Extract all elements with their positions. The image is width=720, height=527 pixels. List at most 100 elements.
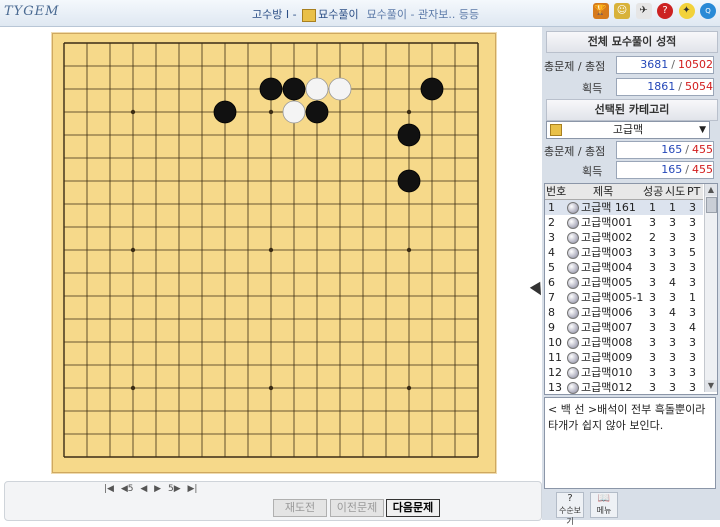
row-tries: 1 [669,201,676,214]
list-item[interactable]: 4 고급맥003 3 3 5 [545,245,703,260]
category-header: 선택된 카테고리 [546,99,718,121]
help-icon[interactable]: ? [657,3,673,19]
list-item[interactable]: 13 고급맥012 3 3 3 [545,380,703,394]
overall-earned-label: 획득 [582,82,603,95]
bulb-icon[interactable]: ✦ [678,3,695,19]
review-moves-button[interactable]: ? 수순보기 [556,492,584,526]
black-stone [305,100,329,124]
list-item[interactable]: 11 고급맥009 3 3 3 [545,350,703,365]
star-point [130,385,136,391]
move-navigation: |◀ ◀5 ◀ ▶ 5▶ ▶| [104,484,197,494]
row-pt: 5 [689,246,696,259]
row-tries: 3 [669,336,676,349]
row-tries: 3 [669,366,676,379]
quiz-icon[interactable]: Q [700,3,716,19]
row-pt: 3 [689,366,696,379]
list-item[interactable]: 1 고급맥 161 1 1 3 [545,200,703,215]
row-title: 고급맥 161 [567,200,636,215]
row-tries: 3 [669,246,676,259]
bird-icon[interactable]: ✈ [635,3,652,19]
person-icon[interactable]: ☺ [614,3,630,19]
column-success[interactable]: 성공 [643,184,663,199]
row-success: 3 [649,306,656,319]
list-item[interactable]: 5 고급맥004 3 3 3 [545,260,703,275]
row-title: 고급맥007 [567,320,632,335]
row-number: 6 [548,276,555,289]
row-number: 12 [548,366,562,379]
row-number: 2 [548,216,555,229]
last-move-button[interactable]: ▶| [188,484,198,494]
mode-title: 묘수풀이 [318,8,359,21]
row-number: 1 [548,201,555,214]
problem-item-icon [567,232,579,244]
column-title[interactable]: 제목 [593,184,613,199]
next-move-button[interactable]: ▶ [154,484,161,494]
list-item[interactable]: 7 고급맥005-1 3 3 1 [545,290,703,305]
white-stone [328,77,352,101]
row-pt: 3 [689,231,696,244]
problem-item-icon [567,352,579,364]
chevron-down-icon[interactable]: ▼ [699,122,706,138]
row-tries: 3 [669,231,676,244]
row-success: 3 [649,261,656,274]
row-number: 3 [548,231,555,244]
problem-item-icon [567,337,579,349]
list-item[interactable]: 6 고급맥005 3 4 3 [545,275,703,290]
problem-item-icon [567,292,579,304]
star-point [130,247,136,253]
menu-button[interactable]: 📖 메뉴 [590,492,618,518]
prev-problem-button[interactable]: 이전문제 [330,499,384,517]
problem-item-icon [567,202,579,214]
first-move-button[interactable]: |◀ [104,484,114,494]
row-title: 고급맥003 [567,245,632,260]
trophy-icon[interactable]: 🏆 [592,3,609,19]
star-point [268,247,274,253]
retry-button[interactable]: 재도전 [273,499,327,517]
list-item[interactable]: 8 고급맥006 3 4 3 [545,305,703,320]
row-number: 7 [548,291,555,304]
star-point [406,247,412,253]
row-success: 3 [649,366,656,379]
back-5-button[interactable]: ◀5 [121,484,134,494]
problem-list-header: 번호 제목 성공 시도 PT [545,184,703,200]
room-title: 고수방 I - [252,8,301,21]
scroll-thumb[interactable] [706,197,717,213]
category-solved-label: 총문제 / 총점 [544,145,606,158]
row-title: 고급맥009 [567,350,632,365]
row-tries: 3 [669,291,676,304]
column-tries[interactable]: 시도 [665,184,685,199]
list-item[interactable]: 2 고급맥001 3 3 3 [545,215,703,230]
row-title: 고급맥006 [567,305,632,320]
problem-icon [302,8,317,22]
problem-item-icon [567,262,579,274]
category-select[interactable]: 고급맥 ▼ [546,121,710,139]
column-pt[interactable]: PT [687,184,700,199]
problem-list[interactable]: 번호 제목 성공 시도 PT 1 고급맥 161 1 1 3 2 고급맥001 3 3 3 3 고급맥… [544,183,718,395]
white-stone [282,100,306,124]
list-item[interactable]: 10 고급맥008 3 3 3 [545,335,703,350]
row-success: 3 [649,216,656,229]
scroll-down-icon[interactable]: ▼ [705,380,717,392]
scroll-up-icon[interactable]: ▲ [705,184,717,196]
white-stone [305,77,329,101]
list-item[interactable]: 12 고급맥010 3 3 3 [545,365,703,380]
problem-item-icon [567,217,579,229]
list-item[interactable]: 3 고급맥002 2 3 3 [545,230,703,245]
problem-comment: < 백 선 >배석이 전부 흑돌뿐이라 타개가 쉽지 않아 보인다. [544,397,716,489]
problem-item-icon [567,277,579,289]
list-scrollbar[interactable]: ▲ ▼ [704,184,717,392]
forward-5-button[interactable]: 5▶ [168,484,181,494]
book-icon: 📖 [597,493,611,504]
row-title: 고급맥012 [567,380,632,394]
row-pt: 3 [689,336,696,349]
row-pt: 4 [689,321,696,334]
list-item[interactable]: 9 고급맥007 3 3 4 [545,320,703,335]
column-number[interactable]: 번호 [546,184,566,199]
window-title: 고수방 I - 묘수풀이 묘수풀이 - 관자보.. 등등 [252,6,479,22]
prev-move-button[interactable]: ◀ [140,484,147,494]
next-problem-button[interactable]: 다음문제 [386,499,440,517]
row-title: 고급맥002 [567,230,632,245]
row-success: 2 [649,231,656,244]
problem-item-icon [567,367,579,379]
go-board[interactable] [52,33,494,471]
